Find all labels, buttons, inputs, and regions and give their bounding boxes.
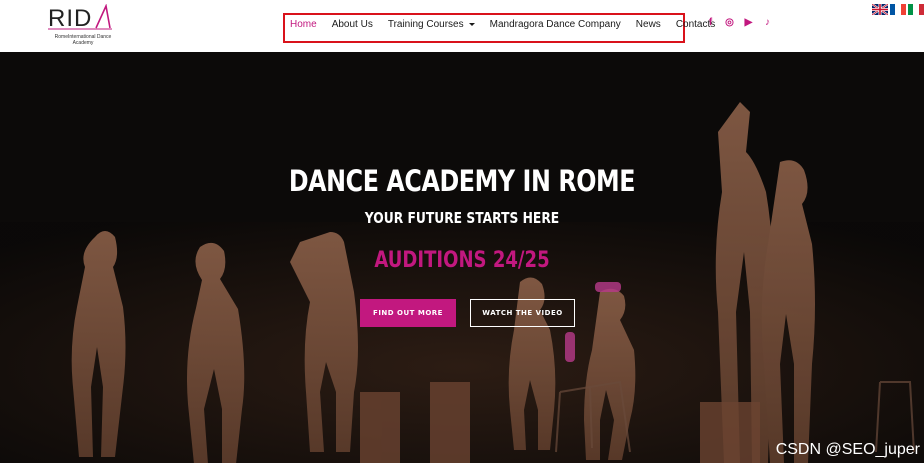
nav-item-news[interactable]: News [636,19,661,30]
site-header: RID RomeInternational Dance Academy Home… [0,0,924,52]
nav-item-mandragora[interactable]: Mandragora Dance Company [490,19,621,30]
nav-item-about-us[interactable]: About Us [332,19,373,30]
language-flags [872,4,924,15]
logo-mark: RID [48,4,112,30]
youtube-icon[interactable]: ▶ [743,17,754,28]
hero-banner: DANCE ACADEMY IN ROME YOUR FUTURE STARTS… [0,52,924,463]
facebook-icon[interactable]: f [705,17,716,28]
nav-label: Training Courses [387,18,464,30]
nav-label: News [635,18,661,30]
nav-label: Mandragora Dance Company [489,18,621,30]
social-links: f ◎ ▶ ♪ [705,17,773,28]
watermark-text: CSDN @SEO_juper [775,441,920,458]
instagram-icon[interactable]: ◎ [724,17,735,28]
italy-flag-icon[interactable] [908,4,924,15]
hero-title: DANCE ACADEMY IN ROME [288,164,636,198]
nav-item-home[interactable]: Home [290,19,317,30]
auditions-heading: AUDITIONS 24/25 [374,248,550,273]
hero-subtitle: YOUR FUTURE STARTS HERE [364,209,560,227]
main-nav: Home About Us Training Courses Mandragor… [290,14,730,34]
nav-label: About Us [331,18,373,30]
logo-subtitle: RomeInternational Dance Academy [54,34,112,46]
logo[interactable]: RID RomeInternational Dance Academy [48,4,118,46]
svg-text:RID: RID [48,5,92,30]
tiktok-icon[interactable]: ♪ [762,17,773,28]
watch-video-button[interactable]: WATCH THE VIDEO [470,299,575,327]
chevron-down-icon [468,22,475,26]
nav-item-training-courses[interactable]: Training Courses [388,19,475,30]
france-flag-icon[interactable] [890,4,906,15]
find-out-more-button[interactable]: FIND OUT MORE [360,299,456,327]
uk-flag-icon[interactable] [872,4,888,15]
nav-label: Home [290,18,317,30]
